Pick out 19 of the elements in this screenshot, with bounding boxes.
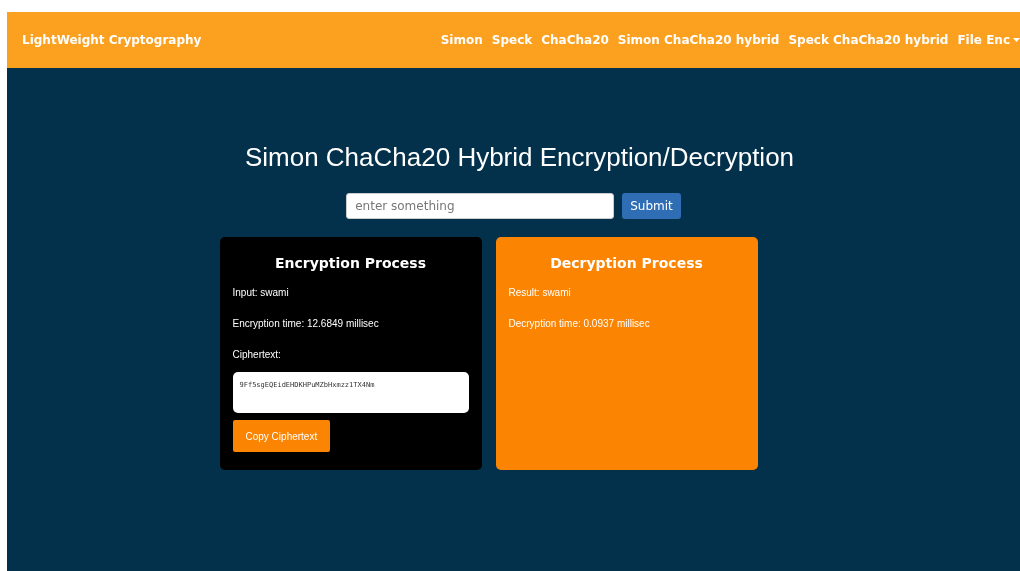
encryption-time: Encryption time: 12.6849 millisec bbox=[232, 318, 379, 329]
nav-link[interactable]: Simon ChaCha20 hybrid bbox=[617, 33, 780, 47]
submit-button[interactable]: Submit bbox=[622, 193, 681, 219]
card-heading: Encryption Process bbox=[274, 255, 427, 271]
caret-icon bbox=[1013, 38, 1020, 42]
input-text: Input: swami bbox=[232, 287, 289, 298]
card-heading: Decryption Process bbox=[550, 255, 703, 271]
ciphertext-label: Ciphertext: bbox=[232, 349, 281, 360]
nav-link[interactable]: Speck ChaCha20 hybrid bbox=[788, 33, 949, 47]
input-field[interactable]: enter something bbox=[346, 193, 615, 219]
copy-button[interactable]: Copy Ciphertext bbox=[232, 420, 331, 452]
brand-title[interactable]: LightWeight Cryptography bbox=[22, 33, 202, 47]
dropdown-menu[interactable]: File Enc bbox=[957, 33, 1020, 47]
result-text: Result: swami bbox=[508, 287, 571, 298]
nav-link[interactable]: Speck bbox=[491, 33, 533, 47]
page-title: Simon ChaCha20 Hybrid Encryption/Decryption bbox=[244, 142, 795, 173]
nav-link[interactable]: ChaCha20 bbox=[541, 33, 609, 47]
nav-link[interactable]: Simon bbox=[440, 33, 483, 47]
decryption-time: Decryption time: 0.0937 millisec bbox=[508, 318, 650, 329]
